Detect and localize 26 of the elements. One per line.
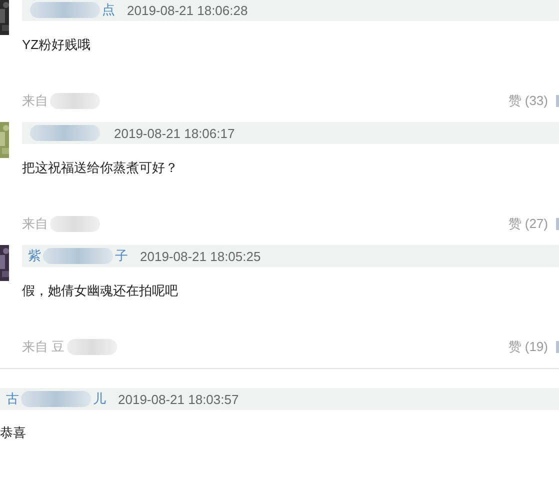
comment-time: 2019-08-21 18:06:17	[114, 126, 235, 140]
comment-time: 2019-08-21 18:03:57	[118, 392, 239, 406]
blurred-name	[43, 248, 113, 264]
comment-source: 来自 豆	[22, 338, 65, 356]
comment-time: 2019-08-21 18:06:28	[127, 2, 248, 18]
user-name[interactable]: 子	[115, 247, 128, 265]
comment-time: 2019-08-21 18:05:25	[140, 248, 261, 264]
comment-text: 把这祝福送给你蒸煮可好？	[22, 159, 179, 177]
comment-text: YZ粉好贱哦	[22, 36, 92, 54]
blurred-name	[30, 2, 100, 18]
like-link[interactable]: 赞 (33)	[508, 92, 548, 110]
user-name[interactable]: 紫	[28, 247, 41, 265]
comment-text: 假，她倩女幽魂还在拍呢吧	[22, 282, 179, 300]
comment-source: 来自	[22, 92, 48, 110]
blurred-name	[30, 125, 100, 141]
blurred-source	[66, 339, 117, 355]
like-link[interactable]: 赞 (19)	[508, 338, 548, 356]
user-name[interactable]: 点	[102, 1, 115, 19]
like-link[interactable]: 赞 (27)	[508, 215, 548, 233]
user-name[interactable]: 儿	[93, 390, 106, 408]
blurred-source	[50, 216, 100, 232]
user-name[interactable]: 古	[6, 390, 19, 408]
blurred-source	[50, 93, 100, 109]
blurred-name	[21, 391, 91, 407]
comment-text: 恭喜	[0, 424, 27, 442]
comment-source: 来自	[22, 215, 48, 233]
